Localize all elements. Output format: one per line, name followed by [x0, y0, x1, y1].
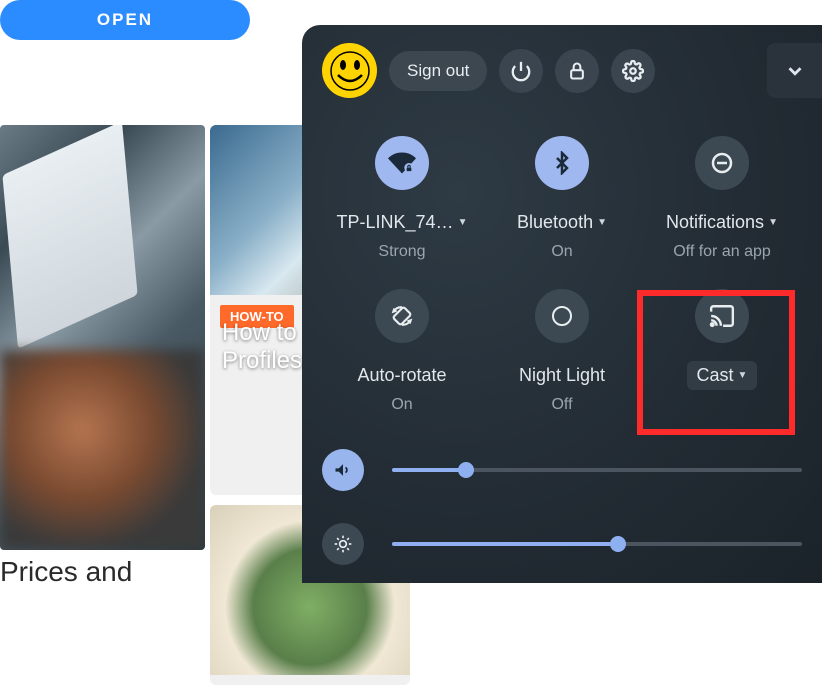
sliders-section [322, 449, 802, 565]
quick-settings-grid: TP-LINK_74… ▼ Strong Bluetooth ▼ On [322, 136, 802, 414]
tile-sub: Off [551, 396, 572, 414]
tile-label-text: Auto-rotate [357, 365, 446, 386]
dropdown-arrow-icon: ▼ [597, 217, 607, 228]
tile-cast[interactable]: Cast ▼ [642, 289, 802, 414]
tile-label[interactable]: Night Light [509, 361, 615, 390]
tile-bluetooth[interactable]: Bluetooth ▼ On [482, 136, 642, 261]
tile-notifications[interactable]: Notifications ▼ Off for an app [642, 136, 802, 261]
smiley-icon [330, 51, 370, 91]
tile-label-text: TP-LINK_74… [337, 212, 454, 233]
chevron-down-icon [784, 60, 806, 82]
photo-laptop [0, 125, 205, 550]
tile-label[interactable]: Notifications ▼ [656, 208, 788, 237]
dropdown-arrow-icon: ▼ [738, 370, 748, 381]
tile-label[interactable]: Cast ▼ [687, 361, 758, 390]
tile-label[interactable]: Bluetooth ▼ [507, 208, 617, 237]
tile-auto-rotate[interactable]: Auto-rotate On [322, 289, 482, 414]
notifications-icon [695, 136, 749, 190]
night-light-icon [535, 289, 589, 343]
card-title: How to Profiles [210, 309, 314, 385]
partial-headline: Prices and [0, 556, 132, 588]
brightness-slider-row [322, 523, 802, 565]
bluetooth-icon [535, 136, 589, 190]
gear-icon [622, 60, 644, 82]
settings-button[interactable] [611, 49, 655, 93]
tile-sub: On [551, 243, 572, 261]
tile-label[interactable]: TP-LINK_74… ▼ [327, 208, 478, 237]
volume-icon-button[interactable] [322, 449, 364, 491]
avatar[interactable] [322, 43, 377, 98]
dropdown-arrow-icon: ▼ [458, 217, 468, 228]
collapse-button[interactable] [767, 43, 822, 98]
cast-icon [695, 289, 749, 343]
wifi-icon [375, 136, 429, 190]
quick-settings-top-row: Sign out [322, 43, 802, 98]
power-button[interactable] [499, 49, 543, 93]
quick-settings-panel: Sign out [302, 25, 822, 583]
brightness-slider[interactable] [392, 542, 802, 546]
tile-sub: On [391, 396, 412, 414]
dropdown-arrow-icon: ▼ [768, 217, 778, 228]
tile-label[interactable]: Auto-rotate [347, 361, 456, 390]
tile-label-text: Night Light [519, 365, 605, 386]
tile-label-text: Notifications [666, 212, 764, 233]
brightness-icon [333, 534, 353, 554]
open-button[interactable]: OPEN [0, 0, 250, 40]
volume-slider-row [322, 449, 802, 491]
auto-rotate-icon [375, 289, 429, 343]
brightness-icon-button[interactable] [322, 523, 364, 565]
sign-out-button[interactable]: Sign out [389, 51, 487, 91]
tile-wifi[interactable]: TP-LINK_74… ▼ Strong [322, 136, 482, 261]
tile-label-text: Cast [697, 365, 734, 386]
tile-sub: Off for an app [673, 243, 771, 261]
volume-slider[interactable] [392, 468, 802, 472]
tile-label-text: Bluetooth [517, 212, 593, 233]
tile-sub: Strong [378, 243, 425, 261]
lock-icon [567, 61, 587, 81]
power-icon [510, 60, 532, 82]
lock-button[interactable] [555, 49, 599, 93]
tile-night-light[interactable]: Night Light Off [482, 289, 642, 414]
background-content: HOW-TO How to Profiles HOW-TO Prices and [0, 110, 300, 583]
volume-icon [333, 460, 353, 480]
